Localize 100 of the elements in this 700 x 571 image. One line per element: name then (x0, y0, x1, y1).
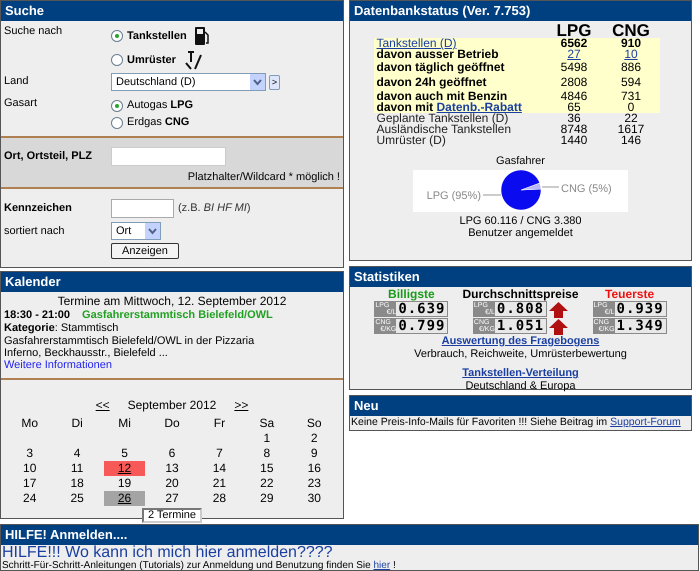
calendar-day[interactable]: 15 (246, 461, 288, 476)
calendar-day[interactable]: 26 (104, 491, 146, 506)
database-link[interactable]: Tankstellen (D) (376, 36, 457, 50)
calendar-day[interactable]: 28 (198, 491, 240, 506)
row-label: davon mit Datenb.-Rabatt (376, 100, 522, 114)
radio-label[interactable]: Tankstellen (127, 28, 187, 44)
calendar-day[interactable]: 11 (56, 461, 98, 476)
calendar-day[interactable]: 30 (294, 491, 335, 506)
row-label: davon täglich geöffnet (376, 60, 505, 74)
radio-button[interactable] (111, 30, 123, 42)
price-value: 1.349 (614, 319, 666, 333)
calendar-day[interactable]: 10 (9, 461, 50, 476)
radio-label[interactable]: Autogas LPG (127, 97, 194, 114)
calendar-day[interactable]: 16 (294, 461, 335, 476)
more-info-link[interactable]: Weitere Informationen (4, 359, 112, 372)
calendar-day[interactable]: 9 (294, 446, 335, 461)
radio-label[interactable]: Erdgas CNG (127, 114, 190, 131)
price-heading: Teuerste (605, 288, 654, 301)
help-text: Schritt-Für-Schritt-Anleitungen (Tutorials) zur Anmeldung und Benutzung finden Sie hier ! (1, 560, 397, 571)
sort-select[interactable]: Ort (111, 222, 161, 240)
count-link[interactable]: 10 (624, 47, 638, 61)
calendar-day[interactable]: 1 (246, 431, 288, 446)
row-label: davon 24h geöffnet (376, 75, 487, 89)
price-value: 0.799 (396, 319, 448, 333)
show-button[interactable]: Anzeigen (111, 243, 179, 259)
count-value: 65 (567, 100, 581, 114)
count-value: 886 (620, 60, 642, 74)
calendar-day[interactable]: 4 (56, 446, 98, 461)
tutorial-link[interactable]: hier (373, 560, 390, 571)
calendar-day[interactable]: 2 (294, 431, 335, 446)
event-time: 18:30 - 21:00 (4, 308, 70, 322)
users-count: LPG 60.116 / CNG 3.380 (459, 215, 582, 227)
count-value: 1617 (618, 122, 644, 136)
calendar-day[interactable]: 22 (246, 476, 288, 491)
calendar-day[interactable]: 12 (104, 461, 146, 476)
calendar-day[interactable]: 8 (246, 446, 288, 461)
appointments-button[interactable]: 2 Termine (142, 508, 202, 523)
calendar-day[interactable]: 7 (198, 446, 240, 461)
go-button[interactable]: > (269, 74, 280, 90)
radio-button[interactable] (111, 116, 123, 128)
field-label: Gasart (4, 96, 38, 111)
calendar-day[interactable]: 18 (56, 476, 98, 491)
count-link[interactable]: 27 (567, 47, 581, 61)
price-value: 0.939 (614, 302, 666, 316)
date-heading: Termine am Mittwoch, 12. September 2012 (56, 294, 288, 308)
statistics-link[interactable]: Tankstellen-Verteilung (462, 367, 579, 379)
forum-link[interactable]: Support-Forum (610, 416, 681, 428)
calendar-day[interactable]: 17 (9, 476, 50, 491)
count-value: 8748 (560, 122, 588, 136)
count-value: 36 (567, 111, 581, 125)
count-value: 5498 (560, 60, 588, 74)
radio-button[interactable] (111, 54, 123, 66)
calendar-day[interactable]: 21 (198, 476, 240, 491)
price-value: 1.051 (494, 319, 546, 333)
count-value: 4846 (560, 89, 588, 103)
link-description: Deutschland & Europa (465, 380, 576, 392)
calendar-day[interactable]: 29 (246, 491, 288, 506)
calendar-day[interactable]: 20 (151, 476, 193, 491)
count-value: 594 (620, 75, 642, 89)
previous-month-link[interactable]: << (96, 396, 110, 414)
help-headline-link[interactable]: HILFE!!! Wo kann ich mich hier anmelden???? (1, 545, 334, 560)
users-note: Benutzer angemeldet (468, 227, 573, 240)
row-label: Umrüster (D) (376, 133, 446, 147)
chart-title: Gasfahrer (496, 155, 545, 167)
calendar-day[interactable]: 14 (198, 461, 240, 476)
plate-input[interactable] (111, 199, 174, 218)
calendar-day[interactable]: 6 (151, 446, 193, 461)
statistics-link[interactable]: Auswertung des Fragebogens (442, 335, 600, 347)
field-label: Ort, Ortsteil, PLZ (4, 149, 94, 164)
category-value: : Stammtisch (54, 322, 118, 335)
calendar-day[interactable]: 3 (9, 446, 50, 461)
calendar-day[interactable]: 27 (151, 491, 193, 506)
count-value: 22 (624, 111, 638, 125)
price-heading: Billigste (388, 288, 435, 301)
dropdown-caret-icon (250, 74, 265, 90)
calendar-day[interactable]: 25 (56, 491, 98, 506)
count-value: 146 (620, 133, 642, 147)
country-select[interactable]: Deutschland (D) (111, 73, 266, 91)
count-value: 0 (628, 100, 634, 114)
panel-title: Suche (1, 1, 343, 21)
radio-label[interactable]: Umrüster (127, 52, 176, 68)
weekday-header: So (306, 416, 323, 431)
calendar-day[interactable]: 13 (151, 461, 193, 476)
next-month-link[interactable]: >> (234, 396, 248, 414)
place-input[interactable] (111, 147, 226, 166)
calendar-day[interactable]: 5 (104, 446, 146, 461)
price-heading: Durchschnittspreise (462, 288, 579, 301)
count-value: 2808 (560, 75, 588, 89)
event-description: Gasfahrerstammtisch Bielefeld/OWL in der Pizzaria Inferno, Beckhausstr., Bielefeld ... (4, 335, 256, 359)
calendar-day[interactable]: 19 (104, 476, 146, 491)
weekday-header: Sa (258, 416, 276, 431)
category-label: Kategorie (4, 322, 55, 335)
event-title: Gasfahrerstammtisch Bielefeld/OWL (82, 308, 273, 322)
calendar-day[interactable]: 23 (294, 476, 335, 491)
radio-button[interactable] (111, 100, 123, 112)
leader-line (542, 186, 560, 188)
discount-link[interactable]: Datenb.-Rabatt (436, 100, 522, 114)
calendar-day[interactable]: 24 (9, 491, 50, 506)
data-label: LPG (95%) (426, 190, 481, 202)
field-label: Suche nach (4, 24, 64, 39)
